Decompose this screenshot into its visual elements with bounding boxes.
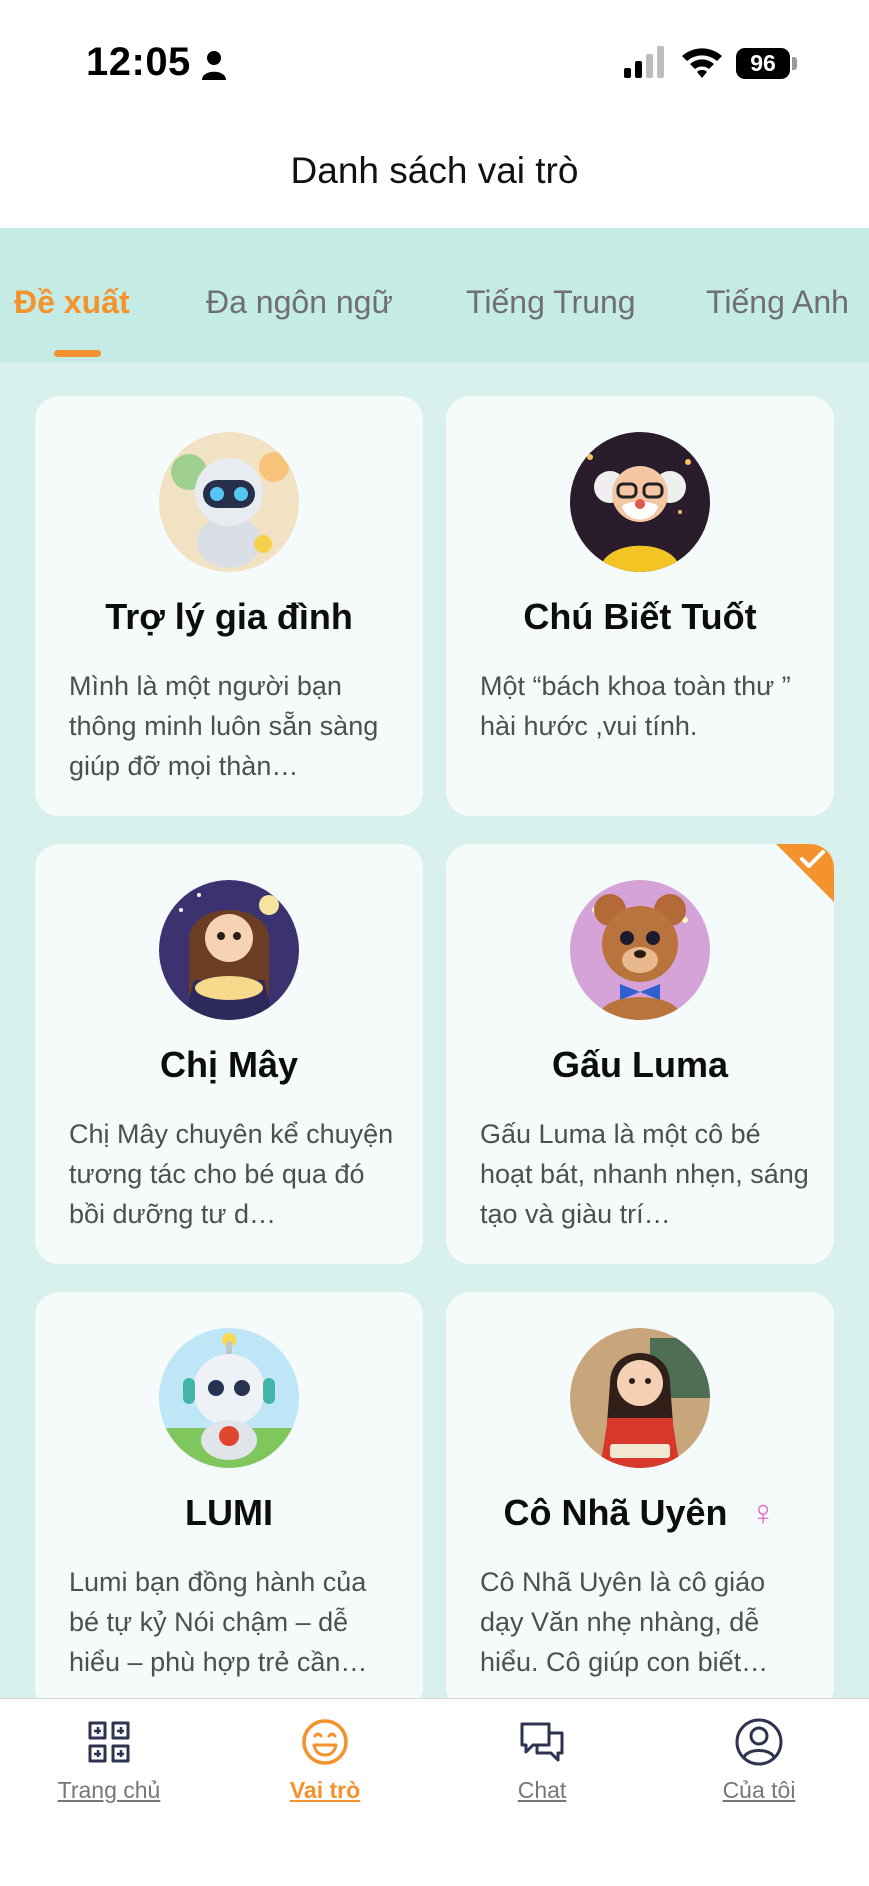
battery-nub — [792, 57, 797, 70]
tab-multilingual[interactable]: Đa ngôn ngữ — [206, 284, 393, 321]
smile-icon — [302, 1719, 348, 1765]
role-card-uncle-know-it-all[interactable]: Chú Biết Tuốt Một “bách khoa toàn thư ” … — [446, 396, 834, 816]
home-grid-icon — [88, 1721, 130, 1763]
role-name: Trợ lý gia đình — [105, 596, 353, 637]
role-grid: Trợ lý gia đình Mình là một người bạn th… — [0, 362, 869, 1698]
role-description: Mình là một người bạn thông minh luôn sẵ… — [69, 671, 379, 781]
female-symbol-icon: ♀ — [749, 1492, 777, 1533]
chat-bubbles-icon — [520, 1722, 564, 1762]
battery-level: 96 — [736, 48, 790, 79]
role-name: Cô Nhã Uyên ♀ — [446, 1492, 834, 1534]
user-circle-icon — [735, 1718, 783, 1766]
role-name-text: Cô Nhã Uyên — [503, 1492, 728, 1533]
lumi-robot-avatar — [159, 1328, 299, 1468]
role-name: Gấu Luma — [551, 1044, 729, 1085]
nav-roles-label: Vai trò — [289, 1777, 361, 1803]
nav-roles[interactable]: Vai trò — [250, 1717, 400, 1804]
nav-profile-label: Của tôi — [722, 1777, 796, 1803]
selected-check-icon — [776, 844, 834, 902]
nav-chat[interactable]: Chat — [467, 1717, 617, 1804]
nav-home-label: Trang chủ — [57, 1777, 161, 1803]
teacher-avatar — [570, 1328, 710, 1468]
role-card-lumi[interactable]: LUMI Lumi bạn đồng hành của bé tự kỷ Nói… — [35, 1292, 423, 1698]
old-man-scientist-avatar — [570, 432, 710, 572]
tab-recommended[interactable]: Đề xuất — [14, 284, 130, 321]
cellular-signal-icon — [624, 46, 664, 78]
role-name: Chị Mây — [159, 1044, 299, 1085]
role-name: Chú Biết Tuốt — [523, 596, 757, 637]
robot-assistant-avatar — [159, 432, 299, 572]
status-time: 12:05 — [86, 40, 191, 84]
nav-profile[interactable]: Của tôi — [684, 1717, 834, 1804]
role-card-sister-may[interactable]: Chị Mây Chị Mây chuyên kể chuyện tương t… — [35, 844, 423, 1264]
role-description: Cô Nhã Uyên là cô giáo dạy Văn nhẹ nhàng… — [480, 1567, 769, 1677]
active-tab-indicator — [54, 350, 101, 357]
role-card-family-assistant[interactable]: Trợ lý gia đình Mình là một người bạn th… — [35, 396, 423, 816]
tab-chinese[interactable]: Tiếng Trung — [466, 284, 636, 321]
tab-english[interactable]: Tiếng Anh — [706, 284, 849, 321]
role-description: Chị Mây chuyên kể chuyện tương tác cho b… — [69, 1119, 394, 1229]
role-description: Gấu Luma là một cô bé hoạt bát, nhanh nh… — [480, 1119, 809, 1229]
page-title: Danh sách vai trò — [290, 150, 579, 191]
role-name: LUMI — [185, 1492, 273, 1533]
role-card-luma-bear[interactable]: Gấu Luma Gấu Luma là một cô bé hoạt bát,… — [446, 844, 834, 1264]
person-icon — [202, 51, 226, 80]
bottom-nav: Trang chủ Vai trò Chat Của tôi — [0, 1698, 869, 1886]
bear-avatar — [570, 880, 710, 1020]
nav-home[interactable]: Trang chủ — [34, 1717, 184, 1804]
category-tabs: Đề xuất Đa ngôn ngữ Tiếng Trung Tiếng An… — [0, 228, 869, 362]
role-description: Một “bách khoa toàn thư ” hài hước ,vui … — [480, 671, 791, 741]
storyteller-girl-avatar — [159, 880, 299, 1020]
status-bar: 12:05 96 — [0, 0, 869, 130]
role-card-teacher-nha-uyen[interactable]: Cô Nhã Uyên ♀ Cô Nhã Uyên là cô giáo dạy … — [446, 1292, 834, 1698]
nav-chat-label: Chat — [517, 1777, 567, 1803]
role-description: Lumi bạn đồng hành của bé tự kỷ Nói chậm… — [69, 1567, 368, 1677]
wifi-icon — [682, 48, 722, 78]
